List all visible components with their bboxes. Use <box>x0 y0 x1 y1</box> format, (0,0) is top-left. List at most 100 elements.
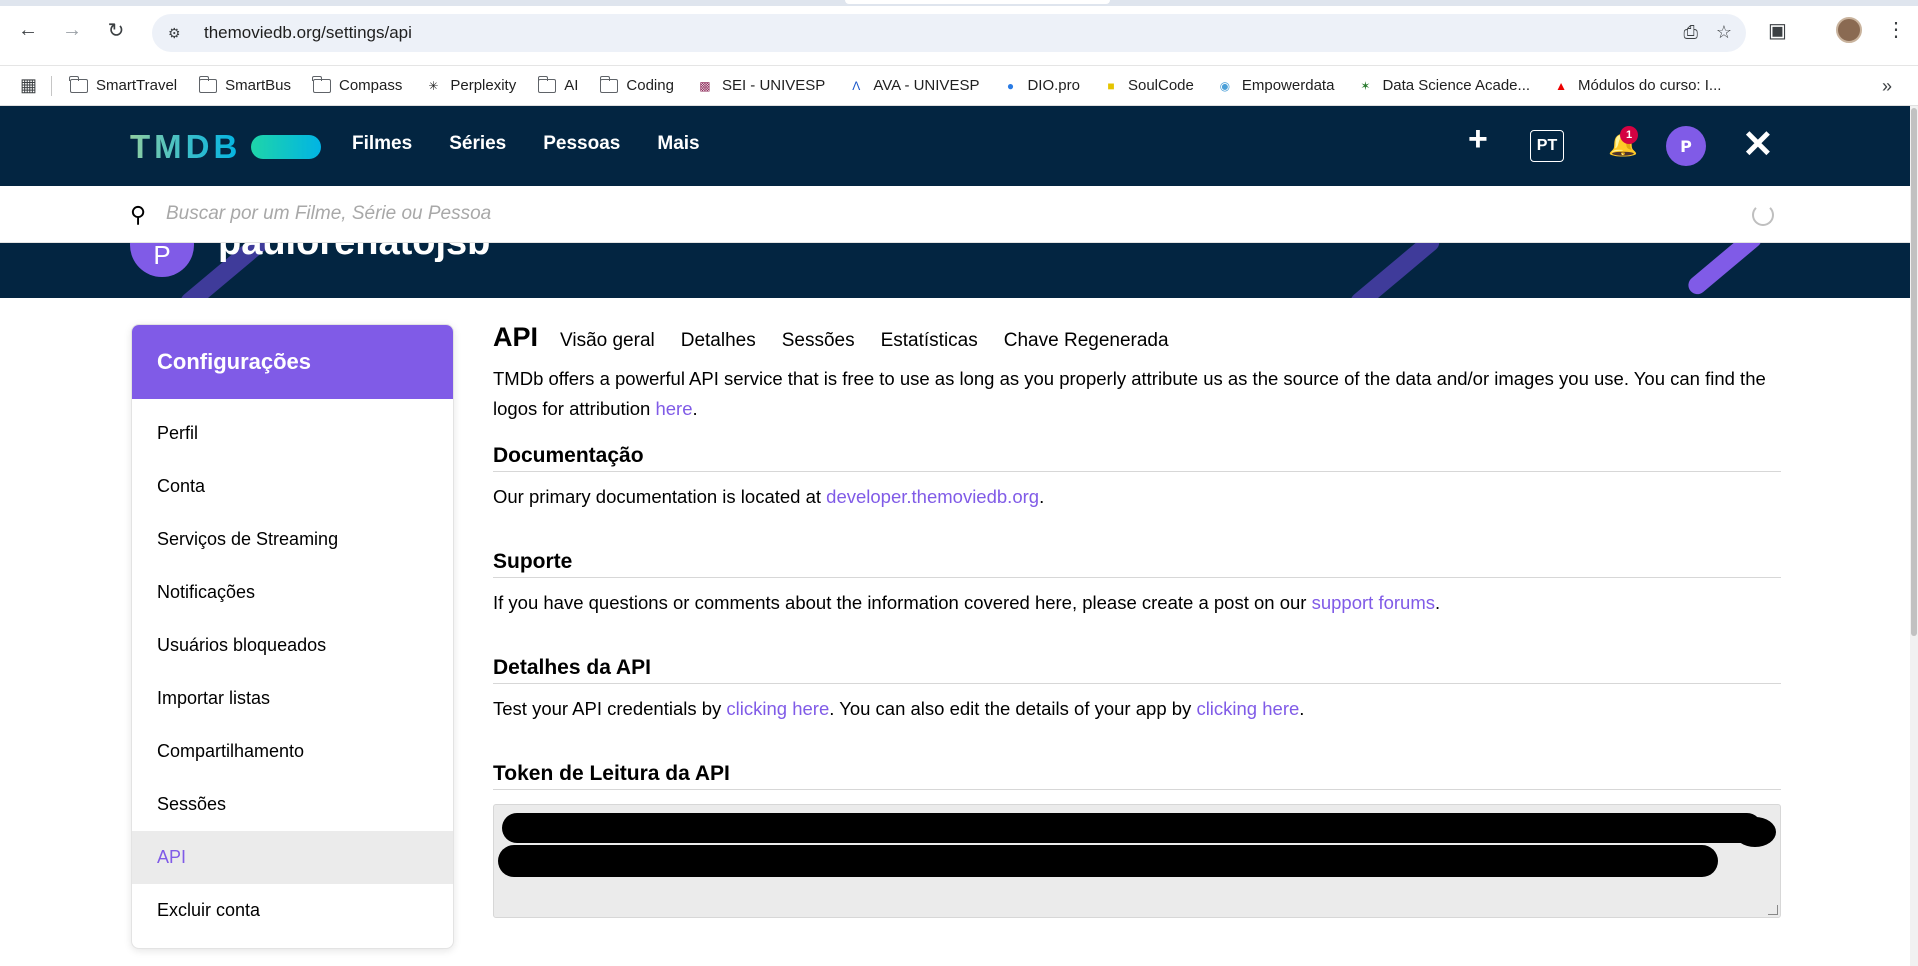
search-bar: ⚲ <box>0 186 1910 243</box>
site-header: TMDB Filmes Séries Pessoas Mais + PT 🔔 1… <box>0 106 1910 186</box>
apps-grid-icon[interactable]: ▦ <box>20 75 37 96</box>
attribution-link[interactable]: here <box>655 398 692 419</box>
bookmark-label: Data Science Acade... <box>1382 77 1531 94</box>
install-app-icon[interactable]: ⎙ <box>1683 22 1697 43</box>
search-input[interactable] <box>166 198 1366 230</box>
settings-item-sessoes[interactable]: Sessões <box>132 778 453 831</box>
bookmark-item[interactable]: ✳ Perplexity <box>424 77 516 94</box>
logo-text[interactable]: TMDB <box>130 128 241 166</box>
tab-strip <box>0 0 1918 6</box>
section-title-support: Suporte <box>493 550 1781 578</box>
test-credentials-link[interactable]: clicking here <box>726 698 829 719</box>
section-title-token: Token de Leitura da API <box>493 762 1781 790</box>
bookmark-item[interactable]: ● DIO.pro <box>1001 77 1080 94</box>
edit-app-link[interactable]: clicking here <box>1196 698 1299 719</box>
redaction-mark <box>502 813 1762 843</box>
bookmark-label: Perplexity <box>450 77 517 94</box>
address-bar[interactable]: ⚙ themoviedb.org/settings/api ⎙ ☆ <box>152 14 1746 52</box>
bookmark-item[interactable]: Coding <box>599 75 674 94</box>
profile-avatar[interactable]: P <box>130 243 194 277</box>
docs-text: Our primary documentation is located at <box>493 486 827 507</box>
scrollbar-thumb[interactable] <box>1911 108 1917 636</box>
bookmark-item[interactable]: ▩ SEI - UNIVESP <box>696 77 825 94</box>
nav-series[interactable]: Séries <box>449 133 506 155</box>
settings-item-conta[interactable]: Conta <box>132 460 453 513</box>
api-subnav: API Visão geral Detalhes Sessões Estatís… <box>493 322 1781 360</box>
support-forums-link[interactable]: support forums <box>1312 592 1435 613</box>
browser-profile-avatar[interactable] <box>1836 17 1862 43</box>
resize-handle-icon[interactable] <box>1768 905 1778 915</box>
bookmark-item[interactable]: Λ AVA - UNIVESP <box>847 77 979 94</box>
bookmarks-bar: ▦ SmartTravel SmartBus Compass ✳ Perplexity A… <box>0 66 1918 106</box>
sei-icon: ▩ <box>699 78 711 93</box>
api-details-text-2: . You can also edit the details of your … <box>829 698 1197 719</box>
soulcode-icon: ■ <box>1107 78 1115 93</box>
section-title-docs: Documentação <box>493 444 1781 472</box>
more-bookmarks-icon[interactable]: » <box>1882 76 1892 97</box>
bookmark-item[interactable]: SmartTravel <box>69 75 177 94</box>
support-text: If you have questions or comments about … <box>493 592 1312 613</box>
bookmark-label: DIO.pro <box>1027 77 1080 94</box>
docs-link[interactable]: developer.themoviedb.org <box>826 486 1039 507</box>
notification-badge: 1 <box>1620 126 1638 144</box>
menu-icon[interactable]: ⋮ <box>1886 17 1906 42</box>
tab-estatisticas[interactable]: Estatísticas <box>881 330 978 352</box>
settings-menu: Perfil Conta Serviços de Streaming Notif… <box>132 399 453 937</box>
bookmark-star-icon[interactable]: ☆ <box>1716 22 1732 43</box>
bookmark-label: SmartBus <box>225 77 291 94</box>
page-scrollbar[interactable] <box>1910 106 1918 966</box>
bookmark-label: AI <box>564 77 579 94</box>
settings-item-api[interactable]: API <box>132 831 453 884</box>
profile-username[interactable]: paulorenatojsb <box>218 243 490 264</box>
plus-icon[interactable]: + <box>1468 120 1488 159</box>
search-icon: ⚲ <box>130 202 147 227</box>
settings-sidebar: Configurações Perfil Conta Serviços de S… <box>131 324 454 949</box>
browser-toolbar: ← → ↻ ⚙ themoviedb.org/settings/api ⎙ ☆ … <box>0 0 1918 66</box>
bookmarks-separator <box>51 75 53 96</box>
main-nav: Filmes Séries Pessoas Mais <box>352 133 700 155</box>
settings-item-importar[interactable]: Importar listas <box>132 672 453 725</box>
settings-item-perfil[interactable]: Perfil <box>132 407 453 460</box>
loading-spinner-icon <box>1752 204 1774 226</box>
santander-icon: ▲ <box>1555 78 1567 93</box>
tab-detalhes[interactable]: Detalhes <box>681 330 756 352</box>
support-paragraph: If you have questions or comments about … <box>493 592 1441 613</box>
user-avatar[interactable]: P <box>1666 126 1706 166</box>
url-text[interactable]: themoviedb.org/settings/api <box>204 23 412 43</box>
tab-visao-geral[interactable]: Visão geral <box>560 330 655 352</box>
settings-item-bloqueados[interactable]: Usuários bloqueados <box>132 619 453 672</box>
api-token-textarea[interactable] <box>493 804 1781 918</box>
bookmark-item[interactable]: ◉ Empowerdata <box>1216 77 1335 94</box>
site-settings-icon[interactable]: ⚙ <box>168 23 188 43</box>
bookmark-item[interactable]: Compass <box>312 75 402 94</box>
tab-chave-regenerada[interactable]: Chave Regenerada <box>1004 330 1169 352</box>
tab-sessoes[interactable]: Sessões <box>782 330 855 352</box>
redaction-mark <box>498 845 1718 877</box>
page-title: API <box>493 322 539 352</box>
bookmark-label: SoulCode <box>1127 77 1194 94</box>
settings-item-streaming[interactable]: Serviços de Streaming <box>132 513 453 566</box>
settings-item-excluir[interactable]: Excluir conta <box>132 884 453 937</box>
bookmark-item[interactable]: SmartBus <box>198 75 291 94</box>
language-button[interactable]: PT <box>1530 130 1564 162</box>
extensions-icon[interactable]: ▣ <box>1768 18 1787 43</box>
bookmark-item[interactable]: ■ SoulCode <box>1102 77 1194 94</box>
settings-item-notificacoes[interactable]: Notificações <box>132 566 453 619</box>
reload-icon[interactable]: ↻ <box>102 16 130 44</box>
banner-decoration <box>1684 243 1766 298</box>
nav-mais[interactable]: Mais <box>657 133 699 155</box>
bookmark-item[interactable]: AI <box>537 75 579 94</box>
nav-pessoas[interactable]: Pessoas <box>543 133 620 155</box>
folder-icon <box>198 75 218 93</box>
settings-item-compartilhamento[interactable]: Compartilhamento <box>132 725 453 778</box>
folder-icon <box>537 75 557 93</box>
redaction-mark <box>1734 817 1776 847</box>
bookmark-item[interactable]: ✶ Data Science Acade... <box>1356 77 1530 94</box>
folder-icon <box>312 75 331 93</box>
tmdb-logo[interactable]: TMDB <box>130 128 322 166</box>
back-icon[interactable]: ← <box>14 16 42 44</box>
nav-filmes[interactable]: Filmes <box>352 133 412 155</box>
close-icon[interactable]: ✕ <box>1742 122 1774 167</box>
forward-icon[interactable]: → <box>58 16 86 44</box>
bookmark-item[interactable]: ▲ Módulos do curso: I... <box>1552 77 1721 94</box>
